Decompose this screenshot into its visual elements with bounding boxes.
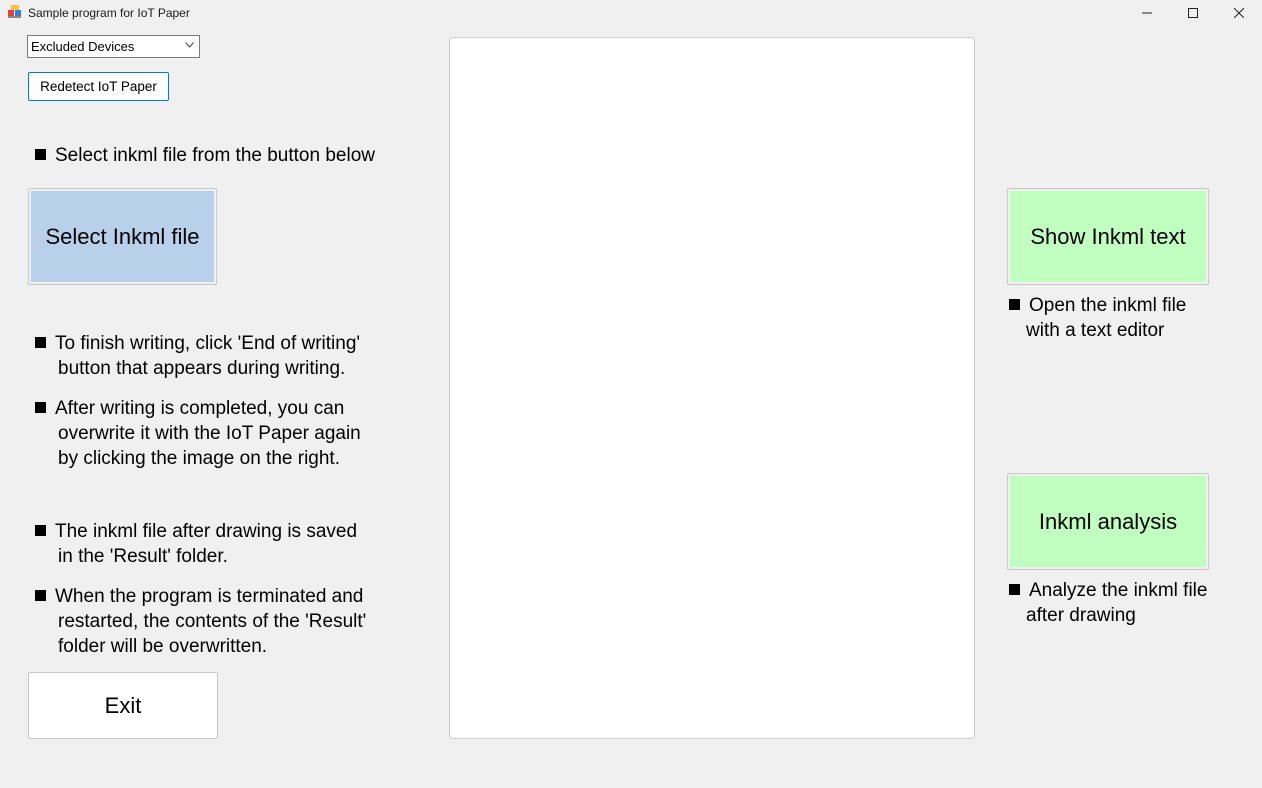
bullet-icon	[1009, 584, 1020, 595]
exit-button[interactable]: Exit	[28, 672, 218, 739]
instruction-saved: The inkml file after drawing is saved	[35, 519, 357, 544]
window-title: Sample program for IoT Paper	[28, 6, 190, 20]
redetect-iot-paper-button[interactable]: Redetect IoT Paper	[28, 72, 169, 101]
inkml-analysis-button[interactable]: Inkml analysis	[1007, 473, 1209, 570]
instruction-restart: When the program is terminated and	[35, 584, 363, 609]
instruction-saved-cont: in the 'Result' folder.	[58, 546, 228, 567]
instruction-restart-cont1: restarted, the contents of the 'Result'	[58, 611, 367, 632]
close-icon	[1234, 8, 1244, 18]
note-analyze-inkml: Analyze the inkml file	[1009, 578, 1207, 603]
inkml-image-canvas[interactable]	[449, 37, 975, 739]
note-analyze-inkml-cont: after drawing	[1026, 605, 1136, 626]
instruction-overwrite-cont2: by clicking the image on the right.	[58, 448, 340, 469]
device-select[interactable]: Excluded Devices	[27, 35, 200, 58]
note-open-inkml-cont: with a text editor	[1026, 320, 1165, 341]
minimize-icon	[1142, 12, 1152, 14]
bullet-icon	[35, 402, 46, 413]
note-open-inkml: Open the inkml file	[1009, 293, 1186, 318]
device-select-value: Excluded Devices	[31, 39, 135, 54]
bullet-icon	[35, 590, 46, 601]
instruction-restart-cont2: folder will be overwritten.	[58, 636, 268, 657]
instruction-select-file: Select inkml file from the button below	[35, 143, 375, 168]
maximize-button[interactable]	[1170, 0, 1216, 26]
instruction-overwrite: After writing is completed, you can	[35, 396, 344, 421]
bullet-icon	[35, 149, 46, 160]
title-bar: Sample program for IoT Paper	[0, 0, 1262, 26]
select-inkml-file-button[interactable]: Select Inkml file	[28, 188, 217, 285]
instruction-finish-writing: To finish writing, click 'End of writing…	[35, 331, 360, 356]
app-icon	[8, 5, 21, 18]
bullet-icon	[35, 525, 46, 536]
chevron-down-icon	[185, 42, 194, 48]
close-button[interactable]	[1216, 0, 1262, 26]
instruction-finish-writing-cont: button that appears during writing.	[58, 358, 346, 379]
bullet-icon	[1009, 299, 1020, 310]
minimize-button[interactable]	[1124, 0, 1170, 26]
bullet-icon	[35, 337, 46, 348]
instruction-overwrite-cont1: overwrite it with the IoT Paper again	[58, 423, 361, 444]
maximize-icon	[1188, 8, 1198, 18]
show-inkml-text-button[interactable]: Show Inkml text	[1007, 188, 1209, 285]
